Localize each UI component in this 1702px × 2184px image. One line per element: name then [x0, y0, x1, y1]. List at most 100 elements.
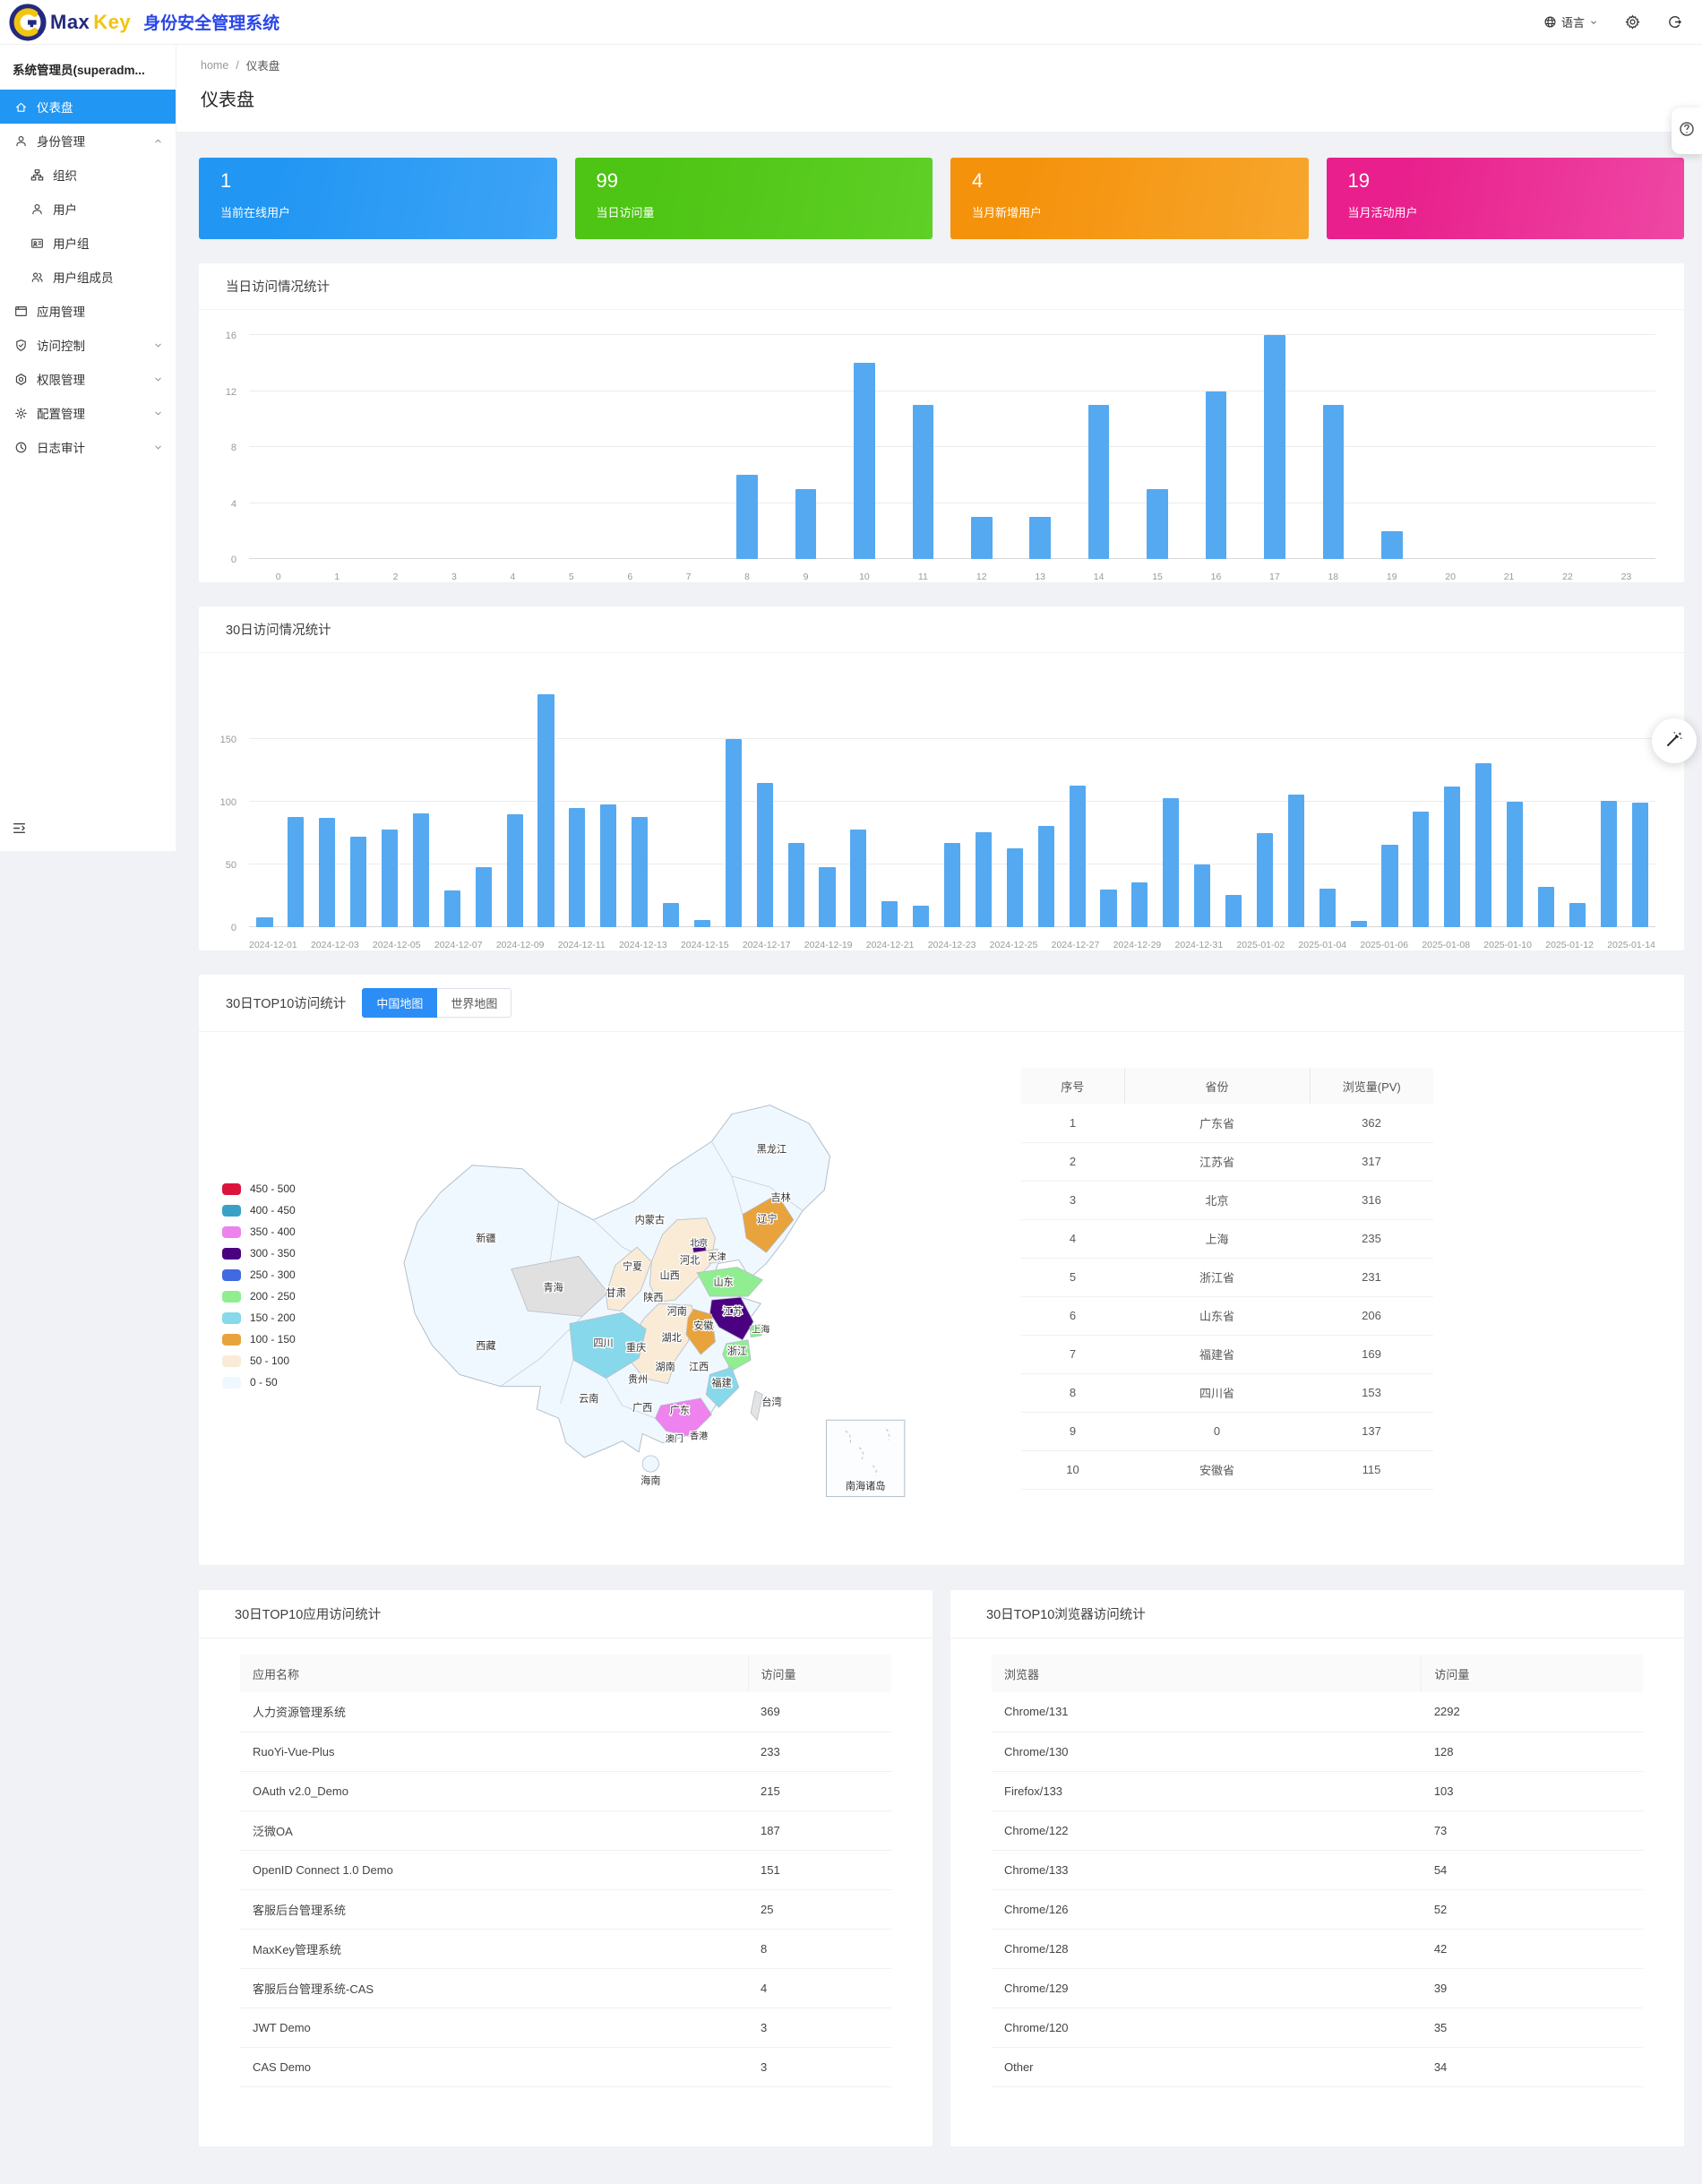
bar: [1413, 812, 1429, 927]
logout-button[interactable]: [1667, 14, 1682, 30]
sidebar-item-用户[interactable]: 用户: [0, 192, 176, 226]
bar: [1264, 335, 1285, 559]
table-row: 2江苏省317: [1021, 1142, 1433, 1181]
bar: [795, 489, 817, 559]
table-row: 泛微OA187: [240, 1810, 891, 1850]
svg-text:江西: 江西: [689, 1361, 709, 1372]
svg-text:湖南: 湖南: [655, 1361, 675, 1372]
idcard-icon: [30, 236, 44, 250]
legend-swatch: [222, 1248, 241, 1260]
legend-range: 350 - 400: [250, 1225, 296, 1238]
legend-swatch: [222, 1226, 241, 1238]
bar: [1381, 531, 1403, 559]
bar: [1288, 795, 1304, 927]
column-header: 访问量: [1422, 1655, 1643, 1692]
main-content: home / 仪表盘 仪表盘 1当前在线用户99当日访问量4当月新增用户19当月…: [176, 45, 1702, 2163]
legend-swatch: [222, 1183, 241, 1195]
sidebar-item-访问控制[interactable]: 访问控制: [0, 328, 176, 362]
sidebar-fold-button[interactable]: [12, 821, 27, 840]
panel-hourly-title: 当日访问情况统计: [199, 263, 1684, 310]
bar: [881, 901, 898, 927]
bar: [913, 906, 929, 927]
table-row: Chrome/12035: [992, 2008, 1643, 2047]
legend-item: 250 - 300: [222, 1264, 296, 1285]
panel-map: 30日TOP10访问统计 中国地图世界地图 450 - 500400 - 450…: [199, 975, 1684, 1565]
globe-icon: [1543, 15, 1557, 29]
stat-cards: 1当前在线用户99当日访问量4当月新增用户19当月活动用户: [199, 158, 1684, 239]
legend-item: 400 - 450: [222, 1199, 296, 1221]
table-row: Chrome/12842: [992, 1929, 1643, 1968]
bar: [788, 843, 804, 927]
legend-range: 200 - 250: [250, 1290, 296, 1303]
panel-top-apps: 30日TOP10应用访问统计 应用名称访问量人力资源管理系统369RuoYi-V…: [199, 1590, 933, 2146]
sidebar-item-权限管理[interactable]: 权限管理: [0, 362, 176, 396]
sidebar-item-label: 权限管理: [37, 370, 85, 388]
sidebar-item-身份管理[interactable]: 身份管理: [0, 124, 176, 158]
breadcrumb-separator: /: [236, 59, 238, 72]
bar: [569, 808, 585, 927]
sidebar-item-label: 用户: [53, 200, 77, 218]
table-row: 8四川省153: [1021, 1373, 1433, 1412]
svg-text:上海: 上海: [752, 1324, 769, 1336]
table-row: 3北京316: [1021, 1181, 1433, 1219]
table-row: Chrome/12273: [992, 1810, 1643, 1850]
language-menu[interactable]: 语言: [1543, 13, 1598, 30]
table-row: MaxKey管理系统8: [240, 1929, 891, 1968]
stat-card-value: 99: [597, 169, 912, 193]
user-icon: [30, 202, 44, 216]
svg-text:贵州: 贵州: [628, 1374, 648, 1386]
table-row: Other34: [992, 2047, 1643, 2086]
bar: [971, 517, 993, 559]
bar: [288, 817, 304, 927]
svg-text:西藏: 西藏: [476, 1340, 495, 1352]
bar: [1131, 882, 1148, 927]
svg-text:重庆: 重庆: [626, 1341, 646, 1354]
bar: [256, 917, 272, 927]
chevron-down-icon: [153, 443, 163, 452]
sidebar-item-日志审计[interactable]: 日志审计: [0, 430, 176, 464]
svg-text:青海: 青海: [543, 1281, 563, 1294]
breadcrumb: home / 仪表盘: [201, 56, 1702, 73]
table-row: Chrome/130128: [992, 1732, 1643, 1771]
legend-item: 50 - 100: [222, 1350, 296, 1371]
sidebar-item-用户组[interactable]: 用户组: [0, 226, 176, 260]
sidebar-item-label: 访问控制: [37, 336, 85, 354]
settings-button[interactable]: [1625, 14, 1640, 30]
sidebar-item-应用管理[interactable]: 应用管理: [0, 294, 176, 328]
legend-swatch: [222, 1334, 241, 1346]
map-tab-中国地图[interactable]: 中国地图: [362, 988, 437, 1018]
sidebar-item-用户组成员[interactable]: 用户组成员: [0, 260, 176, 294]
bar: [850, 830, 866, 927]
bar: [319, 818, 335, 927]
bar: [1007, 848, 1023, 927]
sidebar-menu: 仪表盘身份管理组织用户用户组用户组成员应用管理访问控制权限管理配置管理日志审计: [0, 90, 176, 464]
legend-item: 100 - 150: [222, 1328, 296, 1350]
sidebar-item-组织[interactable]: 组织: [0, 158, 176, 192]
stat-card-label: 当月新增用户: [972, 203, 1287, 228]
map-legend: 450 - 500400 - 450350 - 400300 - 350250 …: [222, 1178, 296, 1393]
china-map[interactable]: 新疆西藏青海甘肃宁夏内蒙古黑龙江吉林辽宁北京天津河北山西山东河南陕西江苏安徽上海…: [349, 1084, 914, 1509]
svg-text:北京: 北京: [690, 1237, 708, 1249]
map-tab-世界地图[interactable]: 世界地图: [437, 988, 511, 1018]
magic-toolbox-button[interactable]: [1652, 718, 1697, 763]
svg-text:黑龙江: 黑龙江: [757, 1143, 787, 1155]
table-row: Chrome/1312292: [992, 1692, 1643, 1732]
bar: [944, 843, 960, 927]
bar: [476, 867, 492, 927]
sidebar-item-配置管理[interactable]: 配置管理: [0, 396, 176, 430]
column-header: 省份: [1124, 1068, 1310, 1104]
bars: [249, 676, 1655, 927]
stat-card-2: 4当月新增用户: [950, 158, 1309, 239]
chevron-down-icon: [153, 374, 163, 384]
breadcrumb-home[interactable]: home: [201, 59, 228, 72]
bar: [1147, 489, 1168, 559]
column-header: 序号: [1021, 1068, 1124, 1104]
bar: [854, 363, 875, 559]
brand-key: Key: [93, 11, 131, 34]
bar: [1029, 517, 1051, 559]
help-float-button[interactable]: [1672, 107, 1702, 154]
legend-range: 100 - 150: [250, 1333, 296, 1346]
stat-card-1: 99当日访问量: [575, 158, 933, 239]
svg-text:河北: 河北: [680, 1254, 700, 1266]
sidebar-item-仪表盘[interactable]: 仪表盘: [0, 90, 176, 124]
